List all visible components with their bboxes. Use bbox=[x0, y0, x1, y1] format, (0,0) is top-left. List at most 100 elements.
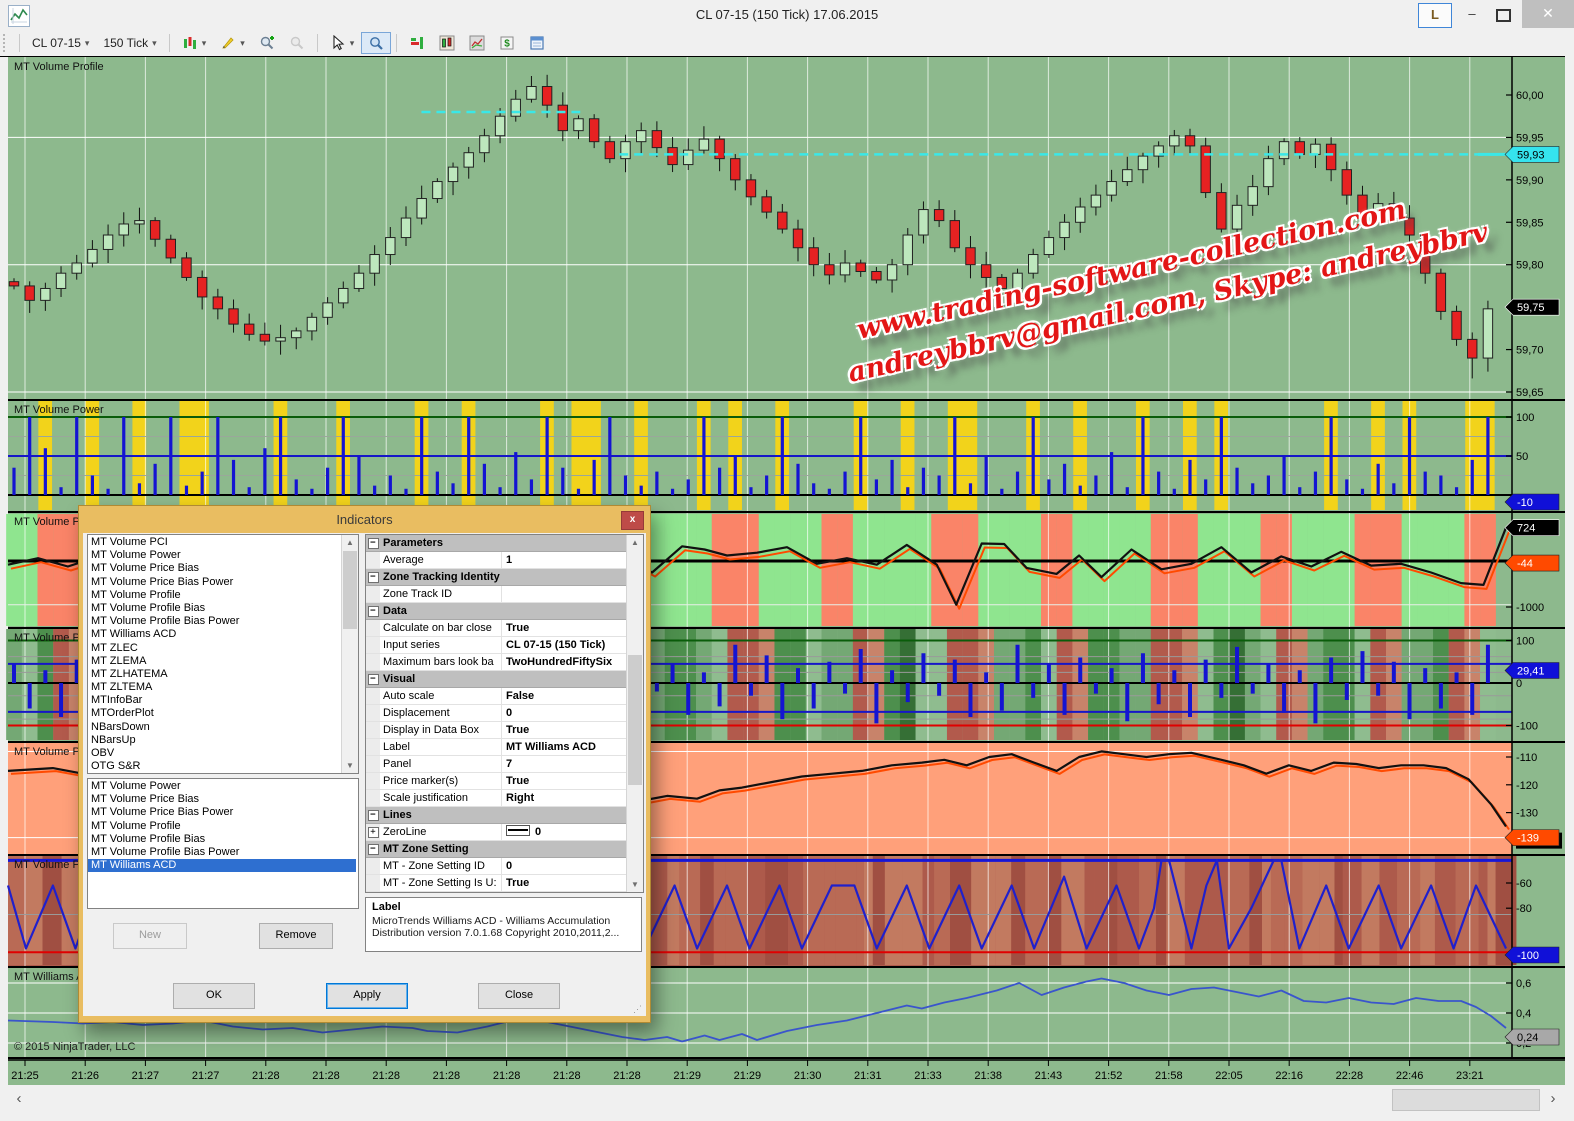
property-group-row[interactable]: −Parameters bbox=[366, 535, 626, 552]
candle bbox=[527, 87, 536, 100]
property-grid[interactable]: −ParametersAverage1−Zone Tracking Identi… bbox=[365, 534, 644, 893]
list-item[interactable]: MT Volume Profile bbox=[88, 820, 356, 833]
drawing-tools-button[interactable]: ▾ bbox=[213, 32, 252, 54]
candle bbox=[1358, 195, 1367, 215]
list-item[interactable]: MT Volume Power bbox=[88, 780, 356, 793]
candle bbox=[746, 180, 755, 197]
property-row[interactable]: Scale justificationRight bbox=[366, 790, 626, 807]
property-row[interactable]: Average1 bbox=[366, 552, 626, 569]
property-row[interactable]: MT - Zone Setting ID0 bbox=[366, 858, 626, 875]
list-item[interactable]: MT Volume Power bbox=[88, 549, 341, 562]
regression-channel-button[interactable] bbox=[462, 32, 492, 54]
list-item[interactable]: MT Volume Profile bbox=[88, 589, 341, 602]
collapse-icon: − bbox=[368, 844, 379, 855]
list-item[interactable]: MT Volume PCI bbox=[88, 536, 341, 549]
svg-text:21:29: 21:29 bbox=[673, 1070, 701, 1082]
resize-grip[interactable]: ⋰ bbox=[633, 1004, 643, 1014]
property-description: Label MicroTrends Williams ACD - William… bbox=[365, 897, 642, 952]
property-group-row[interactable]: −Zone Tracking Identity bbox=[366, 569, 626, 586]
property-row[interactable]: Panel7 bbox=[366, 756, 626, 773]
list-item[interactable]: MT Volume Profile Bias bbox=[88, 833, 356, 846]
horizontal-scrollbar[interactable]: ‹ › bbox=[0, 1085, 1574, 1113]
minimize-button[interactable]: – bbox=[1458, 3, 1486, 26]
available-indicators-list[interactable]: MT Volume PCIMT Volume PowerMT Volume Pr… bbox=[87, 534, 359, 774]
toolbar-grip[interactable] bbox=[3, 34, 10, 52]
svg-text:21:28: 21:28 bbox=[252, 1070, 280, 1082]
svg-text:21:28: 21:28 bbox=[493, 1070, 521, 1082]
property-row[interactable]: Zone Track ID bbox=[366, 586, 626, 603]
property-row[interactable]: Auto scaleFalse bbox=[366, 688, 626, 705]
scrollbar-thumb[interactable] bbox=[1392, 1089, 1540, 1111]
list-item[interactable]: MT Volume Price Bias bbox=[88, 793, 356, 806]
list-item[interactable]: MT Volume Price Bias Power bbox=[88, 576, 341, 589]
property-row[interactable]: LabelMT Williams ACD bbox=[366, 739, 626, 756]
candle bbox=[1076, 207, 1085, 222]
property-row[interactable]: Maximum bars look baTwoHundredFiftySix bbox=[366, 654, 626, 671]
property-grid-scrollbar[interactable]: ▲ ▼ bbox=[626, 535, 643, 892]
crosshair-button[interactable] bbox=[361, 32, 391, 54]
svg-text:-100: -100 bbox=[1517, 950, 1539, 962]
candle bbox=[417, 199, 426, 219]
scroll-left-icon[interactable]: ‹ bbox=[4, 1087, 34, 1111]
list-item[interactable]: MTInfoBar bbox=[88, 694, 341, 707]
apply-button[interactable]: Apply bbox=[326, 983, 408, 1009]
chart-style-button[interactable]: ▾ bbox=[175, 32, 214, 54]
property-row[interactable]: MT - Zone Setting Is U:True bbox=[366, 875, 626, 892]
candle bbox=[731, 159, 740, 180]
list-item[interactable]: MT Williams ACD bbox=[88, 859, 356, 872]
property-row[interactable]: Display in Data BoxTrue bbox=[366, 722, 626, 739]
list-item[interactable]: MT Volume Price Bias bbox=[88, 562, 341, 575]
property-group-row[interactable]: −MT Zone Setting bbox=[366, 841, 626, 858]
candle bbox=[684, 150, 693, 164]
list-item[interactable]: MT Volume Price Bias Power bbox=[88, 806, 356, 819]
data-series-button[interactable] bbox=[432, 32, 462, 54]
property-row[interactable]: +ZeroLine0 bbox=[366, 824, 626, 841]
available-list-scrollbar[interactable]: ▲ ▼ bbox=[341, 535, 358, 773]
property-group-row[interactable]: −Visual bbox=[366, 671, 626, 688]
candle bbox=[919, 210, 928, 235]
list-item[interactable]: MTOrderPlot bbox=[88, 707, 341, 720]
new-button[interactable]: New bbox=[113, 923, 187, 949]
account-dollar-button[interactable]: $ bbox=[492, 32, 522, 54]
list-item[interactable]: MT ZLHATEMA bbox=[88, 668, 341, 681]
interval-dropdown[interactable]: 150 Tick▾ bbox=[96, 33, 163, 53]
candle bbox=[370, 255, 379, 274]
svg-text:100: 100 bbox=[1516, 636, 1534, 648]
maximize-button[interactable] bbox=[1489, 3, 1517, 26]
list-item[interactable]: MT Williams ACD bbox=[88, 628, 341, 641]
property-row[interactable]: Displacement0 bbox=[366, 705, 626, 722]
property-group-row[interactable]: −Data bbox=[366, 603, 626, 620]
scroll-right-icon[interactable]: › bbox=[1538, 1087, 1568, 1111]
list-item[interactable]: MT Volume Profile Bias Power bbox=[88, 615, 341, 628]
property-row[interactable]: Calculate on bar closeTrue bbox=[366, 620, 626, 637]
svg-text:724: 724 bbox=[1517, 523, 1535, 535]
svg-text:-60: -60 bbox=[1516, 878, 1532, 890]
list-item[interactable]: MT Volume Profile Bias Power bbox=[88, 846, 356, 859]
candle bbox=[119, 224, 128, 235]
configured-indicators-list[interactable]: MT Volume PowerMT Volume Price BiasMT Vo… bbox=[87, 778, 359, 909]
property-group-row[interactable]: −Lines bbox=[366, 807, 626, 824]
remove-button[interactable]: Remove bbox=[259, 923, 333, 949]
chart-trader-button[interactable] bbox=[402, 32, 432, 54]
list-item[interactable]: MT ZLTEMA bbox=[88, 681, 341, 694]
chart-properties-button[interactable] bbox=[522, 32, 552, 54]
close-button[interactable]: ✕ bbox=[1522, 0, 1574, 28]
property-row[interactable]: Price marker(s)True bbox=[366, 773, 626, 790]
cursor-button[interactable]: ▾ bbox=[323, 32, 362, 54]
zoom-out-button[interactable] bbox=[282, 32, 312, 54]
instrument-dropdown[interactable]: CL 07-15▾ bbox=[25, 33, 96, 53]
list-item[interactable]: MT ZLEMA bbox=[88, 655, 341, 668]
list-item[interactable]: OTG S&R bbox=[88, 760, 341, 773]
property-row[interactable]: Input seriesCL 07-15 (150 Tick) bbox=[366, 637, 626, 654]
list-item[interactable]: MT ZLEC bbox=[88, 642, 341, 655]
link-button[interactable]: L bbox=[1418, 3, 1452, 28]
ok-button[interactable]: OK bbox=[173, 983, 255, 1009]
dialog-close-button[interactable]: x bbox=[621, 511, 644, 530]
list-item[interactable]: NBarsUp bbox=[88, 734, 341, 747]
list-item[interactable]: OBV bbox=[88, 747, 341, 760]
list-item[interactable]: NBarsDown bbox=[88, 721, 341, 734]
list-item[interactable]: MT Volume Profile Bias bbox=[88, 602, 341, 615]
zoom-in-button[interactable] bbox=[252, 32, 282, 54]
close-button-dialog[interactable]: Close bbox=[478, 983, 560, 1009]
svg-text:22:46: 22:46 bbox=[1396, 1070, 1424, 1082]
